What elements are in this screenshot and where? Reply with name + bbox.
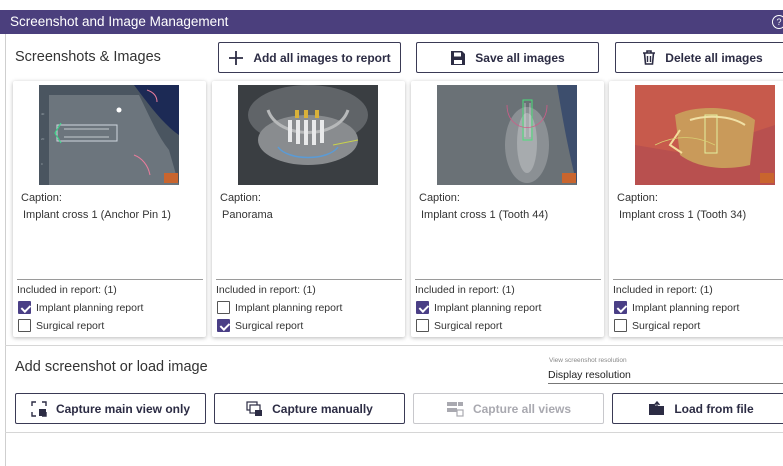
resolution-select[interactable]: Display resolution [548,366,783,384]
section-divider [5,345,783,346]
capture-all-views-icon [446,401,464,417]
save-icon [451,50,466,65]
divider [613,279,783,280]
divider [216,279,402,280]
image-card[interactable]: Caption: Panorama Included in report: (1… [212,81,405,337]
implant-planning-checkbox[interactable] [18,301,31,314]
images-section-title: Screenshots & Images [15,49,161,65]
implant-planning-label: Implant planning report [36,301,144,314]
included-count: Included in report: (1) [17,284,117,296]
save-all-images-label: Save all images [475,50,565,65]
add-all-images-button[interactable]: Add all images to report [218,42,401,73]
bottom-divider [5,432,783,433]
caption-text[interactable]: Panorama [222,209,273,221]
capture-manually-icon [246,400,263,416]
implant-planning-checkbox-row[interactable]: Implant planning report [217,301,342,314]
caption-label: Caption: [21,192,62,204]
caption-text[interactable]: Implant cross 1 (Tooth 34) [619,209,746,221]
capture-all-views-button[interactable]: Capture all views [413,393,604,424]
surgical-report-checkbox[interactable] [18,319,31,332]
image-thumbnail[interactable] [635,85,775,185]
load-from-file-button[interactable]: Load from file [612,393,783,424]
caption-text[interactable]: Implant cross 1 (Tooth 44) [421,209,548,221]
image-thumbnail[interactable]: 40 20 0 [39,85,179,185]
image-card[interactable]: Caption: Implant cross 1 (Tooth 34) Incl… [609,81,783,337]
surgical-report-label: Surgical report [36,319,105,332]
surgical-report-checkbox[interactable] [416,319,429,332]
add-all-images-label: Add all images to report [253,50,391,65]
capture-manually-label: Capture manually [272,401,373,416]
image-thumbnail[interactable] [238,85,378,185]
surgical-report-checkbox-row[interactable]: Surgical report [217,319,303,332]
surgical-report-checkbox-row[interactable]: Surgical report [614,319,700,332]
surgical-report-label: Surgical report [235,319,304,332]
window-title-bar: Screenshot and Image Management ? [0,10,783,34]
image-card[interactable]: 40 20 0 Caption: Implant cross 1 (Anchor P… [13,81,206,337]
caption-text[interactable]: Implant cross 1 (Anchor Pin 1) [23,209,171,221]
surgical-report-checkbox[interactable] [614,319,627,332]
save-all-images-button[interactable]: Save all images [416,42,599,73]
surgical-report-label: Surgical report [434,319,503,332]
load-from-file-label: Load from file [674,401,754,416]
implant-planning-checkbox-row[interactable]: Implant planning report [614,301,739,314]
implant-planning-label: Implant planning report [434,301,542,314]
implant-planning-label: Implant planning report [235,301,343,314]
capture-main-view-icon [31,400,47,417]
capture-main-view-button[interactable]: Capture main view only [15,393,206,424]
svg-text:20: 20 [41,137,45,141]
delete-all-images-button[interactable]: Delete all images [615,42,783,73]
delete-all-images-label: Delete all images [665,50,763,65]
resolution-label: View screenshot resolution [549,357,627,364]
surgical-report-label: Surgical report [632,319,701,332]
divider [415,279,601,280]
caption-label: Caption: [220,192,261,204]
capture-all-views-label: Capture all views [472,401,572,416]
window-title: Screenshot and Image Management [10,14,229,29]
implant-planning-checkbox-row[interactable]: Implant planning report [18,301,143,314]
folder-icon [649,401,665,415]
included-count: Included in report: (1) [216,284,316,296]
surgical-report-checkbox-row[interactable]: Surgical report [416,319,502,332]
image-thumbnail[interactable] [437,85,577,185]
implant-planning-checkbox[interactable] [614,301,627,314]
caption-label: Caption: [419,192,460,204]
implant-planning-checkbox[interactable] [217,301,230,314]
svg-text:40: 40 [41,112,45,116]
capture-section-title: Add screenshot or load image [15,359,208,375]
capture-main-view-label: Capture main view only [55,401,191,416]
surgical-report-checkbox-row[interactable]: Surgical report [18,319,104,332]
trash-icon [643,50,656,65]
plus-icon [229,50,244,65]
image-card-strip: 40 20 0 Caption: Implant cross 1 (Anchor P… [5,74,783,342]
image-card[interactable]: Caption: Implant cross 1 (Tooth 44) Incl… [411,81,604,337]
implant-planning-checkbox-row[interactable]: Implant planning report [416,301,541,314]
implant-planning-checkbox[interactable] [416,301,429,314]
included-count: Included in report: (1) [613,284,713,296]
divider [17,279,203,280]
help-icon[interactable]: ? [772,15,783,29]
included-count: Included in report: (1) [415,284,515,296]
implant-planning-label: Implant planning report [632,301,740,314]
surgical-report-checkbox[interactable] [217,319,230,332]
caption-label: Caption: [617,192,658,204]
capture-manually-button[interactable]: Capture manually [214,393,405,424]
